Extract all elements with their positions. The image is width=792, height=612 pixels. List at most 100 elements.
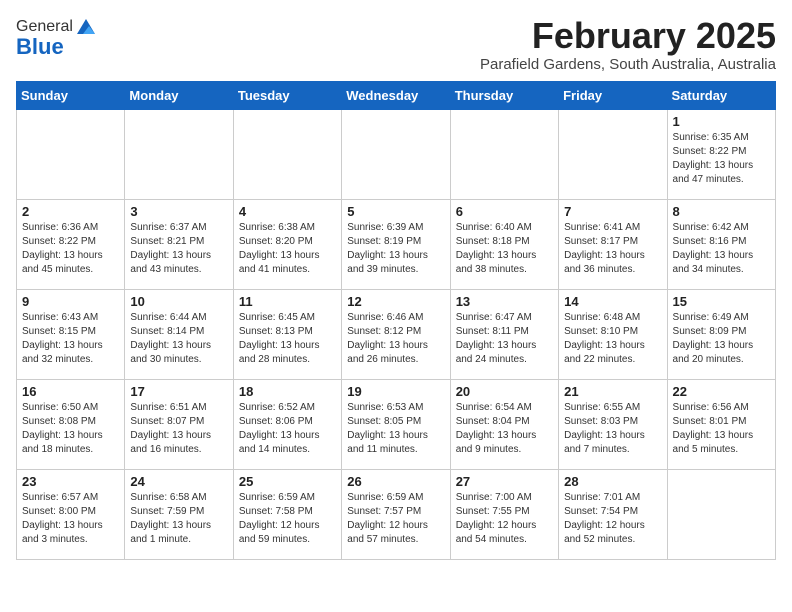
day-number: 21: [564, 384, 661, 399]
day-number: 27: [456, 474, 553, 489]
day-info: Sunrise: 6:56 AM Sunset: 8:01 PM Dayligh…: [673, 401, 770, 457]
calendar-cell: 22 Sunrise: 6:56 AM Sunset: 8:01 PM Dayli…: [667, 379, 775, 469]
calendar-cell: 15 Sunrise: 6:49 AM Sunset: 8:09 PM Dayli…: [667, 289, 775, 379]
calendar-cell: 23 Sunrise: 6:57 AM Sunset: 8:00 PM Dayli…: [17, 469, 125, 559]
day-info: Sunrise: 6:54 AM Sunset: 8:04 PM Dayligh…: [456, 401, 553, 457]
day-number: 10: [130, 294, 227, 309]
day-info: Sunrise: 6:50 AM Sunset: 8:08 PM Dayligh…: [22, 401, 119, 457]
day-info: Sunrise: 6:41 AM Sunset: 8:17 PM Dayligh…: [564, 221, 661, 277]
calendar-week-row: 2 Sunrise: 6:36 AM Sunset: 8:22 PM Daylig…: [17, 199, 776, 289]
month-title: February 2025: [480, 16, 776, 56]
day-info: Sunrise: 6:52 AM Sunset: 8:06 PM Dayligh…: [239, 401, 336, 457]
calendar-cell: 19 Sunrise: 6:53 AM Sunset: 8:05 PM Dayli…: [342, 379, 450, 469]
calendar-cell: 5Sunrise: 6:39 AM Sunset: 8:19 PM Daylig…: [342, 199, 450, 289]
logo: General Blue: [16, 16, 97, 60]
day-number: 15: [673, 294, 770, 309]
day-number: 19: [347, 384, 444, 399]
day-info: Sunrise: 6:55 AM Sunset: 8:03 PM Dayligh…: [564, 401, 661, 457]
day-info: Sunrise: 6:45 AM Sunset: 8:13 PM Dayligh…: [239, 311, 336, 367]
calendar-week-row: 9 Sunrise: 6:43 AM Sunset: 8:15 PM Daylig…: [17, 289, 776, 379]
day-info: Sunrise: 6:53 AM Sunset: 8:05 PM Dayligh…: [347, 401, 444, 457]
calendar-table: SundayMondayTuesdayWednesdayThursdayFrid…: [16, 81, 776, 560]
day-info: Sunrise: 6:59 AM Sunset: 7:57 PM Dayligh…: [347, 491, 444, 547]
calendar-cell: 25 Sunrise: 6:59 AM Sunset: 7:58 PM Dayli…: [233, 469, 341, 559]
weekday-header-friday: Friday: [559, 81, 667, 109]
calendar-cell: 6 Sunrise: 6:40 AM Sunset: 8:18 PM Daylig…: [450, 199, 558, 289]
day-info: Sunrise: 6:58 AM Sunset: 7:59 PM Dayligh…: [130, 491, 227, 547]
day-number: 13: [456, 294, 553, 309]
day-number: 26: [347, 474, 444, 489]
calendar-cell: 11 Sunrise: 6:45 AM Sunset: 8:13 PM Dayli…: [233, 289, 341, 379]
calendar-cell: 12 Sunrise: 6:46 AM Sunset: 8:12 PM Dayli…: [342, 289, 450, 379]
day-number: 28: [564, 474, 661, 489]
day-info: Sunrise: 6:47 AM Sunset: 8:11 PM Dayligh…: [456, 311, 553, 367]
day-info: Sunrise: 7:01 AM Sunset: 7:54 PM Dayligh…: [564, 491, 661, 547]
day-info: Sunrise: 6:36 AM Sunset: 8:22 PM Dayligh…: [22, 221, 119, 277]
day-number: 9: [22, 294, 119, 309]
calendar-cell: 9 Sunrise: 6:43 AM Sunset: 8:15 PM Daylig…: [17, 289, 125, 379]
weekday-header-row: SundayMondayTuesdayWednesdayThursdayFrid…: [17, 81, 776, 109]
calendar-week-row: 23 Sunrise: 6:57 AM Sunset: 8:00 PM Dayli…: [17, 469, 776, 559]
day-number: 23: [22, 474, 119, 489]
weekday-header-thursday: Thursday: [450, 81, 558, 109]
weekday-header-tuesday: Tuesday: [233, 81, 341, 109]
calendar-week-row: 1 Sunrise: 6:35 AM Sunset: 8:22 PM Daylig…: [17, 109, 776, 199]
day-number: 11: [239, 294, 336, 309]
weekday-header-saturday: Saturday: [667, 81, 775, 109]
calendar-cell: 1 Sunrise: 6:35 AM Sunset: 8:22 PM Daylig…: [667, 109, 775, 199]
calendar-cell: 26 Sunrise: 6:59 AM Sunset: 7:57 PM Dayli…: [342, 469, 450, 559]
day-info: Sunrise: 6:49 AM Sunset: 8:09 PM Dayligh…: [673, 311, 770, 367]
day-info: Sunrise: 6:38 AM Sunset: 8:20 PM Dayligh…: [239, 221, 336, 277]
day-number: 18: [239, 384, 336, 399]
day-info: Sunrise: 6:46 AM Sunset: 8:12 PM Dayligh…: [347, 311, 444, 367]
day-info: Sunrise: 6:35 AM Sunset: 8:22 PM Dayligh…: [673, 131, 770, 187]
day-info: Sunrise: 6:42 AM Sunset: 8:16 PM Dayligh…: [673, 221, 770, 277]
day-number: 2: [22, 204, 119, 219]
day-info: Sunrise: 7:00 AM Sunset: 7:55 PM Dayligh…: [456, 491, 553, 547]
day-number: 7: [564, 204, 661, 219]
day-number: 6: [456, 204, 553, 219]
day-number: 22: [673, 384, 770, 399]
day-info: Sunrise: 6:44 AM Sunset: 8:14 PM Dayligh…: [130, 311, 227, 367]
calendar-cell: [233, 109, 341, 199]
day-info: Sunrise: 6:37 AM Sunset: 8:21 PM Dayligh…: [130, 221, 227, 277]
day-number: 1: [673, 114, 770, 129]
weekday-header-sunday: Sunday: [17, 81, 125, 109]
day-number: 20: [456, 384, 553, 399]
location-subtitle: Parafield Gardens, South Australia, Aust…: [480, 56, 776, 73]
calendar-cell: 3Sunrise: 6:37 AM Sunset: 8:21 PM Daylig…: [125, 199, 233, 289]
calendar-cell: 4 Sunrise: 6:38 AM Sunset: 8:20 PM Daylig…: [233, 199, 341, 289]
calendar-cell: 16 Sunrise: 6:50 AM Sunset: 8:08 PM Dayli…: [17, 379, 125, 469]
day-info: Sunrise: 6:43 AM Sunset: 8:15 PM Dayligh…: [22, 311, 119, 367]
day-number: 5: [347, 204, 444, 219]
day-info: Sunrise: 6:40 AM Sunset: 8:18 PM Dayligh…: [456, 221, 553, 277]
calendar-cell: [667, 469, 775, 559]
calendar-cell: 7 Sunrise: 6:41 AM Sunset: 8:17 PM Daylig…: [559, 199, 667, 289]
calendar-week-row: 16 Sunrise: 6:50 AM Sunset: 8:08 PM Dayli…: [17, 379, 776, 469]
day-info: Sunrise: 6:57 AM Sunset: 8:00 PM Dayligh…: [22, 491, 119, 547]
calendar-cell: [125, 109, 233, 199]
calendar-cell: 17 Sunrise: 6:51 AM Sunset: 8:07 PM Dayli…: [125, 379, 233, 469]
day-number: 8: [673, 204, 770, 219]
day-info: Sunrise: 6:51 AM Sunset: 8:07 PM Dayligh…: [130, 401, 227, 457]
day-info: Sunrise: 6:59 AM Sunset: 7:58 PM Dayligh…: [239, 491, 336, 547]
page-header: General Blue February 2025 Parafield Gar…: [16, 16, 776, 73]
calendar-cell: 18 Sunrise: 6:52 AM Sunset: 8:06 PM Dayli…: [233, 379, 341, 469]
day-number: 24: [130, 474, 227, 489]
calendar-cell: 20 Sunrise: 6:54 AM Sunset: 8:04 PM Dayli…: [450, 379, 558, 469]
day-number: 12: [347, 294, 444, 309]
day-number: 16: [22, 384, 119, 399]
title-section: February 2025 Parafield Gardens, South A…: [480, 16, 776, 73]
calendar-cell: 27 Sunrise: 7:00 AM Sunset: 7:55 PM Dayli…: [450, 469, 558, 559]
calendar-cell: 8 Sunrise: 6:42 AM Sunset: 8:16 PM Daylig…: [667, 199, 775, 289]
calendar-cell: 10 Sunrise: 6:44 AM Sunset: 8:14 PM Dayli…: [125, 289, 233, 379]
calendar-cell: [17, 109, 125, 199]
day-number: 25: [239, 474, 336, 489]
calendar-cell: 2 Sunrise: 6:36 AM Sunset: 8:22 PM Daylig…: [17, 199, 125, 289]
calendar-cell: 28 Sunrise: 7:01 AM Sunset: 7:54 PM Dayli…: [559, 469, 667, 559]
weekday-header-monday: Monday: [125, 81, 233, 109]
calendar-cell: [450, 109, 558, 199]
day-number: 17: [130, 384, 227, 399]
day-number: 4: [239, 204, 336, 219]
calendar-cell: 13 Sunrise: 6:47 AM Sunset: 8:11 PM Dayli…: [450, 289, 558, 379]
